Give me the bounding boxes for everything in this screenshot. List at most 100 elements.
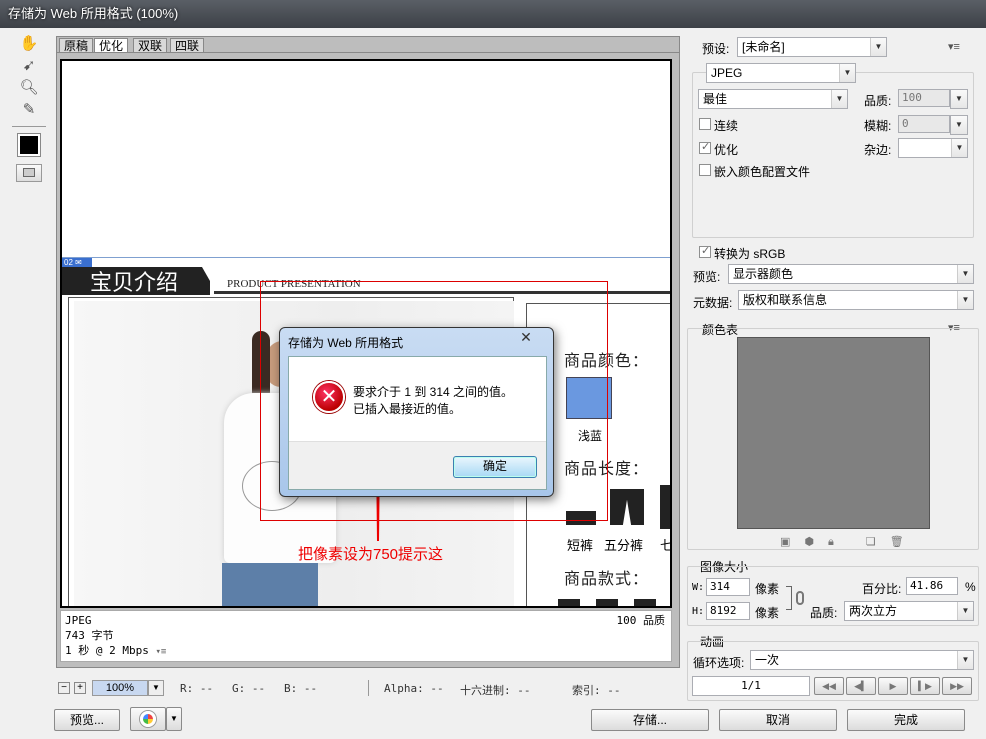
dialog-title: 存储为 Web 所用格式 [288, 336, 404, 350]
quality-input[interactable]: 100 [898, 89, 950, 107]
optimized-info: JPEG 743 字节 1 秒 @ 2 Mbps ▾≡ 100 品质 [60, 610, 672, 662]
metadata-select[interactable]: 版权和联系信息 ▼ [738, 290, 974, 310]
cancel-button[interactable]: 取消 [719, 709, 837, 731]
format-select[interactable]: JPEG ▼ [706, 63, 856, 83]
readout-r: R: -- [180, 682, 214, 695]
compression-select[interactable]: 最佳 ▼ [698, 89, 848, 109]
title-bar: 存储为 Web 所用格式 (100%) [0, 0, 986, 28]
blur-label: 模糊: [864, 119, 892, 133]
readout-hex: 十六进制: -- [460, 684, 531, 697]
model-jeans [222, 563, 318, 606]
metadata-label: 元数据: [693, 296, 733, 310]
readout-alpha: Alpha: -- [384, 682, 444, 695]
eyedropper-color-swatch[interactable] [17, 133, 41, 157]
tab-original[interactable]: 原稿 [59, 38, 94, 53]
capri-pants-icon [610, 485, 644, 529]
slices-icon [23, 168, 35, 177]
width-label: W: [692, 582, 705, 593]
tab-2up[interactable]: 双联 [133, 38, 168, 53]
height-label: H: [692, 606, 705, 617]
map-transparency-icon[interactable]: ▣ [780, 536, 804, 548]
toggle-slices-button[interactable] [16, 164, 42, 182]
height-input[interactable]: 8192 [706, 602, 750, 620]
annotation-text: 把像素设为750提示这 [298, 546, 444, 563]
optimized-checkbox[interactable] [699, 140, 711, 154]
length-label-shorts: 短裤 [567, 538, 594, 553]
dialog-message-line1: 要求介于 1 到 314 之间的值。 [353, 385, 514, 399]
new-color-icon[interactable]: ❏ [866, 536, 890, 548]
chevron-down-icon: ▼ [951, 139, 967, 157]
loop-select[interactable]: 一次 ▼ [750, 650, 974, 670]
info-format: JPEG [65, 614, 92, 627]
save-button[interactable]: 存储... [591, 709, 709, 731]
preset-select[interactable]: [未命名] ▼ [737, 37, 887, 57]
matte-select[interactable]: ▼ [898, 138, 968, 158]
cropped-pants-icon [660, 485, 670, 529]
chevron-down-icon: ▼ [870, 38, 886, 56]
preview-mode-select[interactable]: 显示器颜色 ▼ [728, 264, 974, 284]
percent-input[interactable]: 41.86 [906, 577, 958, 595]
embed-profile-checkbox[interactable] [699, 164, 711, 176]
blur-slider-button[interactable]: ▼ [950, 115, 968, 135]
embed-profile-label: 嵌入颜色配置文件 [714, 165, 811, 179]
ok-button[interactable]: 确定 [453, 456, 537, 478]
zoom-out-button[interactable]: − [58, 682, 70, 694]
preset-menu-icon[interactable]: ▾≡ [948, 40, 960, 53]
browser-preview-button[interactable] [130, 707, 166, 731]
eyedropper-tool-icon[interactable]: ✎ [18, 100, 40, 120]
blur-input[interactable]: 0 [898, 115, 950, 133]
color-table-swatches[interactable] [737, 337, 930, 529]
lock-color-icon[interactable]: 🔒︎ [828, 536, 848, 548]
done-button[interactable]: 完成 [847, 709, 965, 731]
first-frame-button[interactable]: ◀◀ [814, 677, 844, 695]
close-icon[interactable]: ✕ [513, 329, 539, 345]
chain-link-icon[interactable] [796, 591, 804, 605]
resample-quality-select[interactable]: 两次立方 ▼ [844, 601, 974, 621]
tool-palette: ✋ ➹ 🔍︎ ✎ [12, 34, 46, 194]
slice-number: 02 [64, 258, 73, 267]
style-icon-1 [558, 599, 580, 606]
play-button[interactable]: ▶ [878, 677, 908, 695]
section-title: 宝贝介绍 [90, 270, 179, 295]
zoom-tool-icon[interactable]: 🔍︎ [18, 78, 40, 98]
width-input[interactable]: 314 [706, 578, 750, 596]
last-frame-button[interactable]: ▶▶ [942, 677, 972, 695]
optimized-label: 优化 [714, 143, 739, 157]
browser-dropdown-icon[interactable]: ▼ [166, 707, 182, 731]
slice-select-tool-icon[interactable]: ➹ [18, 56, 40, 76]
hand-tool-icon[interactable]: ✋ [18, 34, 40, 54]
zoom-level[interactable]: 100% [92, 680, 148, 696]
color-table-toolbar: ▣⬢🔒︎ ❏🗑︎ [780, 535, 918, 549]
readout-b: B: -- [284, 682, 318, 695]
view-tabs: 原稿 优化 双联 四联 [56, 36, 680, 53]
quality-label: 品质: [864, 94, 892, 108]
zoom-in-button[interactable]: + [74, 682, 86, 694]
percent-label: 百分比: [862, 582, 902, 596]
preview-button[interactable]: 预览... [54, 709, 120, 731]
length-label-cropped: 七 [660, 538, 672, 553]
chevron-down-icon: ▼ [957, 602, 973, 620]
width-unit: 像素 [755, 582, 780, 596]
preset-label: 预设: [702, 42, 730, 56]
convert-srgb-label: 转换为 sRGB [714, 247, 786, 261]
loop-label: 循环选项: [693, 656, 745, 670]
tab-optimized[interactable]: 优化 [94, 38, 129, 53]
slice-badge: 02 ✉ [62, 258, 92, 268]
chevron-down-icon: ▼ [957, 651, 973, 669]
next-frame-button[interactable]: ▍▶ [910, 677, 940, 695]
delete-color-icon[interactable]: 🗑︎ [890, 536, 918, 548]
zoom-dropdown-icon[interactable]: ▼ [148, 680, 164, 696]
speed-menu-icon[interactable]: ▾≡ [155, 647, 166, 657]
dialog-body: ✕ 要求介于 1 到 314 之间的值。 已插入最接近的值。 确定 [288, 356, 547, 490]
tab-4up[interactable]: 四联 [170, 38, 205, 53]
dialog-message-line2: 已插入最接近的值。 [353, 402, 462, 416]
quality-slider-button[interactable]: ▼ [950, 89, 968, 109]
chevron-down-icon: ▼ [957, 265, 973, 283]
progressive-checkbox[interactable] [699, 118, 711, 130]
chevron-down-icon: ▼ [839, 64, 855, 82]
readout-index: 索引: -- [572, 684, 621, 697]
style-icon-3 [634, 599, 656, 606]
prev-frame-button[interactable]: ◀▍ [846, 677, 876, 695]
web-shift-icon[interactable]: ⬢ [804, 536, 828, 548]
convert-srgb-checkbox[interactable] [699, 244, 711, 258]
